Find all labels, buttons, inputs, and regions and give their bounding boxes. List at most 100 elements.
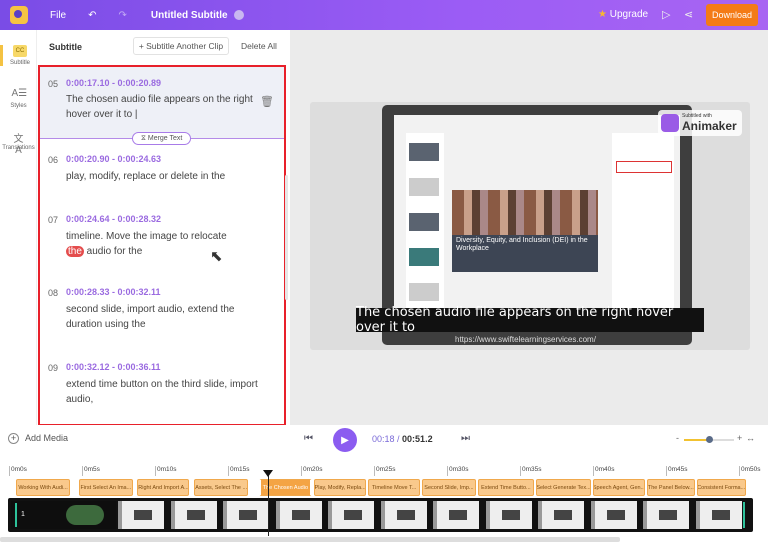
entry-time[interactable]: 0:00:24.64 - 0:00:28.32 <box>66 214 161 224</box>
time-separator: / <box>394 434 403 444</box>
file-menu[interactable]: File <box>50 10 66 21</box>
ruler-tick: 0m35s <box>520 466 542 476</box>
badge-brand-text: Animaker <box>682 119 737 133</box>
entry-text[interactable]: timeline. Move the image to relocate the … <box>66 229 266 259</box>
entry-time[interactable]: 0:00:20.90 - 0:00:24.63 <box>66 154 161 164</box>
entry-text[interactable]: second slide, import audio, extend the d… <box>66 302 266 332</box>
subtitle-entry[interactable]: 07 0:00:24.64 - 0:00:28.32 timeline. Mov… <box>40 207 284 279</box>
slide-title: Diversity, Equity, and Inclusion (DEI) i… <box>456 237 588 252</box>
subtitle-clip[interactable]: Select Generate Tex... <box>536 479 591 496</box>
delete-all-button[interactable]: Delete All <box>241 41 277 51</box>
subtitle-clip[interactable]: Extend Time Butto... <box>477 479 535 496</box>
entry-text[interactable]: The chosen audio file appears on the rig… <box>66 92 266 122</box>
rail-subtitle[interactable]: CC Subtitle <box>0 45 37 66</box>
subtitle-clip[interactable]: The Panel Below... <box>647 479 695 496</box>
video-frame-thumb <box>433 501 479 529</box>
text-part: audio for the <box>83 246 143 257</box>
cc-icon: CC <box>13 45 27 57</box>
download-button[interactable]: Download <box>706 4 758 26</box>
faces-collage <box>452 190 598 235</box>
merge-text-button[interactable]: ⧖ Merge Text <box>132 132 192 145</box>
video-frame-thumb <box>643 501 689 529</box>
ruler-tick: 0m45s <box>666 466 688 476</box>
subtitle-entry[interactable]: 06 0:00:20.90 - 0:00:24.63 play, modify,… <box>40 147 284 207</box>
redo-icon[interactable]: ↷ <box>119 10 127 21</box>
add-media-label: Add Media <box>25 433 69 443</box>
skip-forward-icon[interactable]: ⏭ <box>461 433 470 444</box>
intro-graphic <box>66 505 104 525</box>
animaker-logo[interactable] <box>10 6 28 24</box>
current-time: 00:18 <box>372 434 395 444</box>
trim-handle-end[interactable] <box>743 502 745 528</box>
project-title[interactable]: Untitled Subtitle <box>151 10 228 21</box>
subtitle-clip[interactable]: Timeline Move T... <box>368 479 421 496</box>
ruler-tick: 0m30s <box>447 466 469 476</box>
entry-text[interactable]: extend time button on the third slide, i… <box>66 377 266 407</box>
preview-play-icon[interactable]: ▷ <box>662 8 670 21</box>
ruler-tick: 0m10s <box>155 466 177 476</box>
slide-thumb <box>409 248 439 266</box>
subtitle-entry[interactable]: 09 0:00:32.12 - 0:00:36.11 extend time b… <box>40 355 284 424</box>
video-preview-area: Diversity, Equity, and Inclusion (DEI) i… <box>290 30 768 425</box>
plus-icon: + <box>8 433 19 444</box>
total-time: 00:51.2 <box>402 434 433 444</box>
entry-index: 08 <box>48 288 59 298</box>
laptop-screen: Diversity, Equity, and Inclusion (DEI) i… <box>394 115 680 315</box>
rail-styles[interactable]: A☰ Styles <box>0 88 37 109</box>
clip-number: 1 <box>21 511 25 518</box>
play-button[interactable]: ▶ <box>333 428 357 452</box>
trash-icon[interactable]: 🗑 <box>260 95 274 108</box>
add-subtitle-clip-button[interactable]: + Subtitle Another Clip <box>133 37 229 55</box>
entry-time[interactable]: 0:00:17.10 - 0:00:20.89 <box>66 78 161 88</box>
subtitle-clip[interactable]: Working With Audi... <box>16 479 70 496</box>
subtitle-entry[interactable]: 08 0:00:28.33 - 0:00:32.11 second slide,… <box>40 280 284 352</box>
left-rail: CC Subtitle A☰ Styles 文A Translations <box>0 30 37 425</box>
timeline-scrollbar[interactable] <box>0 537 620 542</box>
timeline-zoom-slider[interactable] <box>684 436 734 443</box>
entry-time[interactable]: 0:00:28.33 - 0:00:32.11 <box>66 287 161 297</box>
playhead[interactable] <box>263 470 273 536</box>
share-icon[interactable]: ⋖ <box>684 8 693 21</box>
subtitle-clip[interactable]: Right And Import A... <box>137 479 190 496</box>
slide-thumb <box>409 178 439 196</box>
rail-label: Subtitle <box>9 60 30 66</box>
mouse-cursor-icon: ⬉ <box>210 248 223 265</box>
subtitle-entry[interactable]: 05 0:00:17.10 - 0:00:20.89 The chosen au… <box>40 67 284 139</box>
panel-title: Subtitle <box>49 42 82 52</box>
subtitle-clip[interactable]: Speech Agent, Gen... <box>593 479 646 496</box>
subtitle-scrollbar[interactable] <box>285 175 288 300</box>
video-frame-thumb <box>380 501 427 529</box>
video-frame-thumb <box>485 501 532 529</box>
ruler-tick: 0m15s <box>228 466 250 476</box>
subtitle-caption: The chosen audio file appears on the rig… <box>356 305 704 335</box>
add-media-button[interactable]: + Add Media <box>8 433 68 444</box>
website-url: https://www.swiftelearningservices.com/ <box>455 335 596 344</box>
subtitle-clip[interactable]: First Select An Ima... <box>79 479 133 496</box>
intro-clip[interactable]: 1 <box>11 501 116 529</box>
trim-handle[interactable] <box>15 503 17 527</box>
rail-label: Styles <box>10 103 27 109</box>
slide-thumb <box>409 213 439 231</box>
video-frame[interactable]: Diversity, Equity, and Inclusion (DEI) i… <box>310 102 750 350</box>
entry-text[interactable]: play, modify, replace or delete in the <box>66 169 266 184</box>
highlighted-word: the <box>66 246 84 257</box>
text-style-icon: A☰ <box>11 88 28 99</box>
undo-icon[interactable]: ↶ <box>88 10 96 21</box>
zoom-out-icon[interactable]: - <box>676 433 679 443</box>
dei-slide: Diversity, Equity, and Inclusion (DEI) i… <box>452 190 598 272</box>
subtitle-clip[interactable]: Consistent Forma... <box>696 479 746 496</box>
subtitle-clip[interactable]: Play, Modify, Repla... <box>314 479 367 496</box>
upgrade-button[interactable]: ★ Upgrade <box>598 9 648 20</box>
video-track: 1 <box>8 498 753 532</box>
subtitle-clip[interactable]: Assets, Select The ... <box>194 479 248 496</box>
subtitle-clip[interactable]: Second Slide, Imp... <box>422 479 476 496</box>
entry-time[interactable]: 0:00:32.12 - 0:00:36.11 <box>66 362 161 372</box>
playback-controls: + Add Media ⏮ ▶ 00:18 / 00:51.2 ⏭ - + ↔ <box>0 425 768 455</box>
video-frame-thumb <box>223 501 269 529</box>
zoom-in-icon[interactable]: + <box>737 433 742 443</box>
fit-timeline-icon[interactable]: ↔ <box>746 433 755 443</box>
rail-translations[interactable]: 文A Translations <box>0 130 37 156</box>
ruler-tick: 0m5s <box>82 466 100 476</box>
skip-back-icon[interactable]: ⏮ <box>304 433 313 444</box>
zoom-knob[interactable] <box>706 436 713 443</box>
